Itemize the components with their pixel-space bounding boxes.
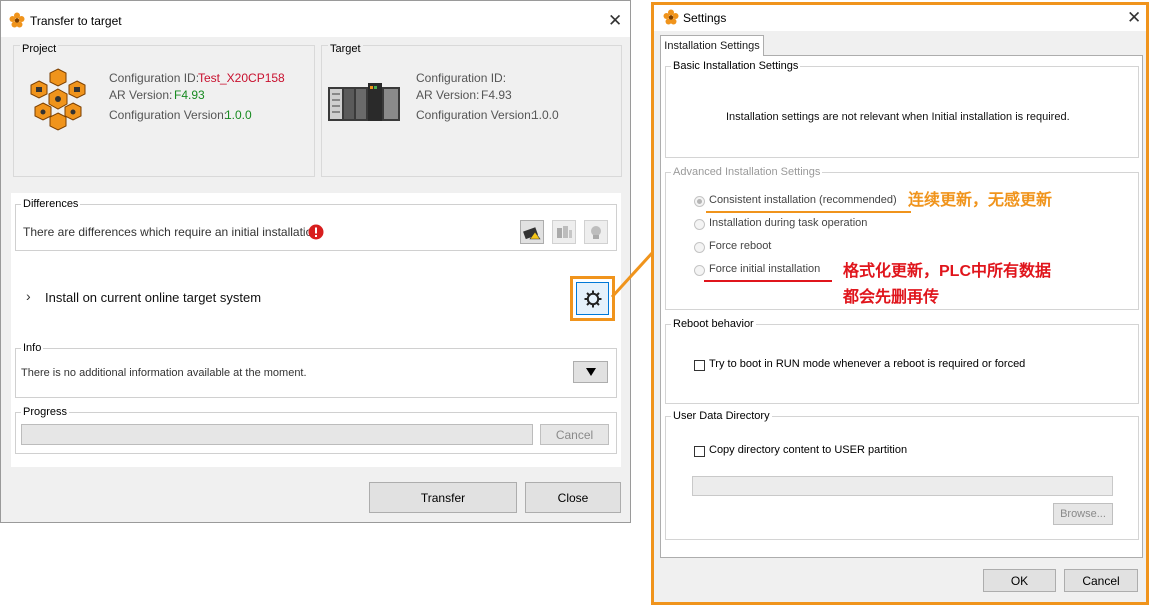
settings-title: Settings [683,11,727,25]
consistent-underline [706,211,911,213]
user-directory-path-field[interactable] [692,476,1113,496]
basic-settings-message: Installation settings are not relevant w… [726,111,1070,123]
annotation-initial-line1: 格式化更新，PLC中所有数据 [843,263,1052,280]
settings-dialog: Settings ✕ Installation Settings Basic I… [651,2,1149,605]
app-flower-icon [663,9,679,25]
initial-underline [704,280,832,282]
ok-button[interactable]: OK [983,569,1056,592]
user-data-legend: User Data Directory [671,410,772,422]
basic-settings-legend: Basic Installation Settings [671,60,801,72]
annotation-consistent: 连续更新，无感更新 [908,192,1053,209]
settings-title-bar: Settings ✕ [654,5,1146,31]
option-task-operation[interactable]: Installation during task operation [709,217,867,229]
tab-installation-settings[interactable]: Installation Settings [660,35,764,56]
advanced-settings-legend: Advanced Installation Settings [671,166,823,178]
reboot-behavior-legend: Reboot behavior [671,318,756,330]
copy-user-partition-label[interactable]: Copy directory content to USER partition [709,444,907,456]
radio-force-reboot[interactable] [694,242,705,253]
option-consistent-installation[interactable]: Consistent installation (recommended) [709,194,897,206]
radio-consistent-installation[interactable] [694,196,705,207]
reboot-run-label[interactable]: Try to boot in RUN mode whenever a reboo… [709,358,1025,370]
option-force-initial-installation[interactable]: Force initial installation [709,263,820,275]
reboot-run-checkbox[interactable] [694,360,705,371]
radio-task-operation[interactable] [694,219,705,230]
browse-button[interactable]: Browse... [1053,503,1113,525]
radio-force-initial-installation[interactable] [694,265,705,276]
annotation-initial-line2: 都会先删再传 [843,289,940,306]
option-force-reboot[interactable]: Force reboot [709,240,771,252]
cancel-button[interactable]: Cancel [1064,569,1138,592]
copy-user-partition-checkbox[interactable] [694,446,705,457]
close-icon[interactable]: ✕ [1127,9,1141,26]
